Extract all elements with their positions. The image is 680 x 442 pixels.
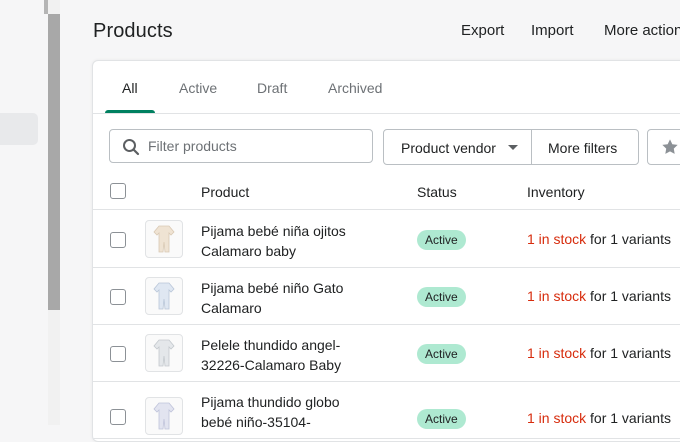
tab-archived[interactable]: Archived (328, 80, 382, 96)
variant-count: for 1 variants (590, 410, 671, 426)
caret-down-icon (508, 145, 518, 150)
stock-count: 1 in stock (527, 345, 587, 361)
row-checkbox[interactable] (110, 232, 126, 248)
variant-count: for 1 variants (590, 288, 671, 304)
product-thumbnail[interactable] (145, 334, 183, 372)
baby-pajama-image (153, 402, 175, 430)
table-row[interactable]: Pijama thundido globo bebé niño-35104- A… (93, 381, 680, 439)
page-title: Products (93, 20, 173, 42)
row-checkbox[interactable] (110, 289, 126, 305)
active-tab-indicator (105, 110, 155, 113)
inventory-cell: 1 in stock for 1 variants (527, 345, 671, 361)
search-icon (122, 138, 140, 156)
inventory-cell: 1 in stock for 1 variants (527, 410, 671, 426)
select-all-checkbox[interactable] (110, 183, 126, 199)
search-box[interactable] (109, 129, 373, 163)
search-input[interactable] (148, 136, 363, 156)
table-row[interactable]: Pijama bebé niña ojitos Calamaro baby Ac… (93, 210, 680, 268)
stock-count: 1 in stock (527, 288, 587, 304)
more-filters-label: More filters (548, 140, 618, 156)
product-vendor-label: Product vendor (401, 140, 496, 156)
table-row[interactable]: Pelele thundido angel-32226-Calamaro Bab… (93, 324, 680, 382)
product-thumbnail[interactable] (145, 397, 183, 435)
import-button[interactable]: Import (531, 22, 574, 39)
tab-bar: All Active Draft Archived (93, 61, 680, 114)
tab-draft[interactable]: Draft (257, 80, 287, 96)
left-navigation (0, 0, 48, 425)
tab-active[interactable]: Active (179, 80, 217, 96)
products-card: All Active Draft Archived Product vendor… (92, 60, 680, 442)
row-checkbox[interactable] (110, 409, 126, 425)
inventory-cell: 1 in stock for 1 variants (527, 231, 671, 247)
product-name[interactable]: Pelele thundido angel-32226-Calamaro Bab… (201, 335, 361, 375)
status-badge: Active (417, 287, 466, 307)
more-filters-button[interactable]: More filters (531, 129, 639, 165)
product-vendor-filter[interactable]: Product vendor (383, 129, 532, 165)
product-name[interactable]: Pijama bebé niño Gato Calamaro (201, 278, 361, 318)
product-name[interactable]: Pijama thundido globo bebé niño-35104- (201, 392, 361, 432)
baby-pajama-image (153, 225, 175, 253)
nav-active-item[interactable] (0, 113, 38, 145)
baby-pajama-image (153, 282, 175, 310)
variant-count: for 1 variants (590, 231, 671, 247)
column-status[interactable]: Status (417, 184, 457, 200)
table-row[interactable]: Pijama bebé niño Gato Calamaro Active 1 … (93, 267, 680, 325)
saved-search-button[interactable] (647, 129, 680, 165)
stock-count: 1 in stock (527, 410, 587, 426)
export-button[interactable]: Export (461, 22, 504, 39)
baby-pajama-image (153, 339, 175, 367)
star-icon (661, 138, 679, 156)
column-inventory[interactable]: Inventory (527, 184, 585, 200)
stock-count: 1 in stock (527, 231, 587, 247)
tab-all[interactable]: All (122, 80, 138, 96)
status-badge: Active (417, 344, 466, 364)
product-thumbnail[interactable] (145, 220, 183, 258)
product-thumbnail[interactable] (145, 277, 183, 315)
product-name[interactable]: Pijama bebé niña ojitos Calamaro baby (201, 221, 361, 261)
more-actions-button[interactable]: More actions (604, 22, 680, 39)
status-badge: Active (417, 409, 466, 429)
variant-count: for 1 variants (590, 345, 671, 361)
scrollbar-thumb[interactable] (48, 14, 60, 310)
column-product[interactable]: Product (201, 184, 249, 200)
status-badge: Active (417, 230, 466, 250)
row-checkbox[interactable] (110, 346, 126, 362)
inventory-cell: 1 in stock for 1 variants (527, 288, 671, 304)
